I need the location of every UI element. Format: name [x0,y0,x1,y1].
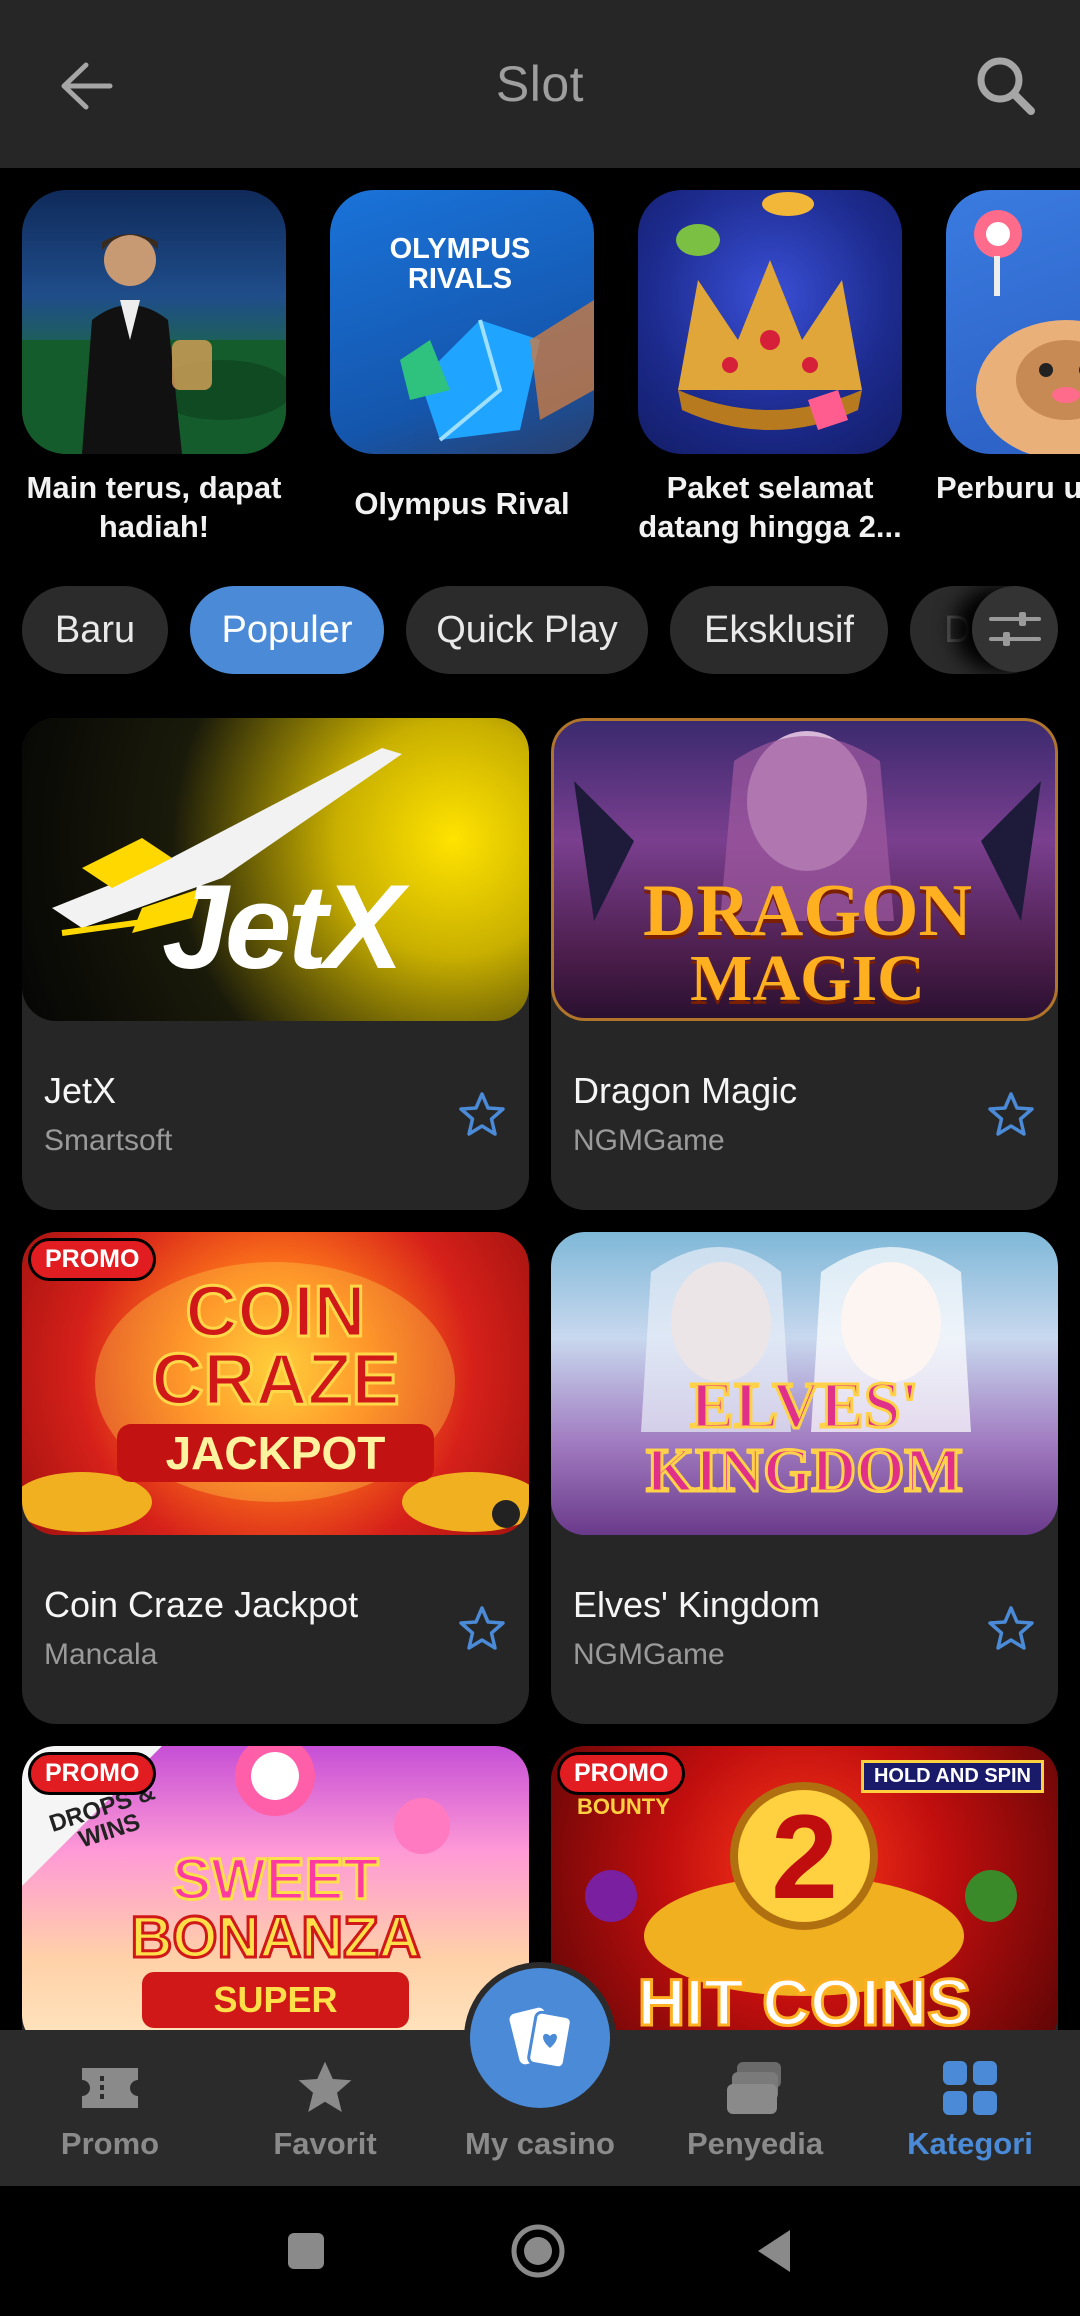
chip-eksklusif[interactable]: Eksklusif [670,586,888,674]
game-art: ELVES' KINGDOM [551,1232,1058,1535]
game-art-title-1: ELVES' [689,1368,921,1444]
nav-label: My casino [465,2126,615,2161]
nav-label: Kategori [907,2126,1033,2161]
promo-label: Main terus, dapat hadiah! [26,470,282,544]
game-art-tag-2: BOUNTY [577,1794,670,1819]
chip-quick-play[interactable]: Quick Play [406,586,648,674]
game-art: JetX [22,718,529,1021]
promo-art [22,234,286,454]
game-art-title-2: CRAZE [150,1340,401,1420]
game-card[interactable]: COIN CRAZE JACKPOT PROMO Coin Craze Jack… [22,1232,529,1724]
game-name: Dragon Magic [573,1070,798,1111]
promo-label: Paket selamat datang hingga 2... [638,470,902,544]
home-icon [511,2224,565,2278]
stack-icon [727,2062,781,2114]
favorite-star-icon[interactable] [986,1604,1036,1654]
chip-populer[interactable]: Populer [190,586,384,674]
game-card[interactable]: DRAGON MAGIC Dragon Magic NGMGame [551,718,1058,1210]
chip-baru[interactable]: Baru [22,586,168,674]
promo-item[interactable]: Paket selamat datang hingga 2... [638,190,902,546]
game-art: DRAGON MAGIC [551,718,1058,1021]
game-provider: NGMGame [573,1124,725,1157]
filter-button[interactable] [972,586,1058,672]
promo-label: Olympus Rival [354,486,570,521]
game-art-title-1: SWEET [171,1846,380,1914]
game-provider: NGMGame [573,1638,725,1671]
sliders-icon [989,612,1041,646]
back-button[interactable] [44,44,128,128]
game-art-title-1: HIT COINS [636,1964,973,2041]
promo-item[interactable]: OLYMPUS RIVALS Olympus Rival [330,190,594,523]
game-card[interactable]: JetX JetX Smartsoft [22,718,529,1210]
search-icon [977,57,1035,115]
back-icon [758,2230,790,2272]
promo-art [974,210,1080,454]
recents-icon [288,2233,324,2269]
game-art-title-3: JACKPOT [117,1424,434,1482]
promo-badge: PROMO [28,1752,157,1795]
game-art-title-2: BONANZA [129,1904,422,1972]
system-navigation-bar [0,2186,1080,2316]
game-card[interactable]: ELVES' KINGDOM Elves' Kingdom NGMGame [551,1232,1058,1724]
promo-thumbnail [638,190,902,454]
promo-thumbnail: OLYMPUS RIVALS [330,190,594,454]
favorite-star-icon[interactable] [457,1090,507,1140]
category-chips: Baru Populer Quick Play Eksklusif D [0,586,1080,676]
promo-label: Perburu untuk pu [936,470,1080,505]
home-button[interactable] [478,2186,598,2316]
game-art-title-3: SUPER SCATTER [142,1972,409,2049]
search-button[interactable] [960,40,1050,130]
game-provider: Smartsoft [44,1124,173,1157]
arrow-left-icon [61,62,113,110]
star-icon [298,2061,352,2112]
top-app-bar: Slot [0,0,1080,168]
favorite-star-icon[interactable] [457,1604,507,1654]
game-art-title: JetX [162,860,403,994]
page-title: Slot [495,56,585,112]
promo-badge: PROMO [557,1752,686,1795]
game-provider: Mancala [44,1638,158,1671]
crown-icon [676,192,862,430]
game-name: Coin Craze Jackpot [44,1584,359,1625]
ticket-icon [82,2068,138,2108]
cards-icon [509,2007,573,2070]
game-art-tag: HOLD AND SPIN [860,1760,1044,1793]
nav-label: Promo [60,2126,160,2161]
promo-carousel[interactable]: Main terus, dapat hadiah! OLYMPUS RIVALS… [0,190,1080,550]
favorite-star-icon[interactable] [986,1090,1036,1140]
back-nav-button[interactable] [714,2186,834,2316]
nav-label: Penyedia [686,2126,824,2161]
promo-thumbnail [22,190,286,454]
game-art-title-1: COIN [184,1272,367,1352]
game-art-title-2: KINGDOM [645,1436,965,1507]
gem-icon [400,300,594,442]
game-name: Elves' Kingdom [573,1584,820,1625]
promo-badge: PROMO [28,1238,157,1281]
promo-thumbnail [946,190,1080,454]
nav-favorit[interactable]: Favorit [225,2030,425,2186]
nav-label: Favorit [273,2126,377,2161]
nav-penyedia[interactable]: Penyedia [655,2030,855,2186]
promo-item[interactable]: Perburu untuk pu [936,190,1080,507]
grid-icon [943,2061,997,2115]
game-name: JetX [44,1070,117,1111]
nav-promo[interactable]: Promo [10,2030,210,2186]
recents-button[interactable] [246,2186,366,2316]
nav-kategori[interactable]: Kategori [870,2030,1070,2186]
promo-item[interactable]: Main terus, dapat hadiah! [22,190,286,546]
my-casino-fab[interactable] [470,1968,610,2108]
game-art-title-2: MAGIC [690,942,925,1015]
